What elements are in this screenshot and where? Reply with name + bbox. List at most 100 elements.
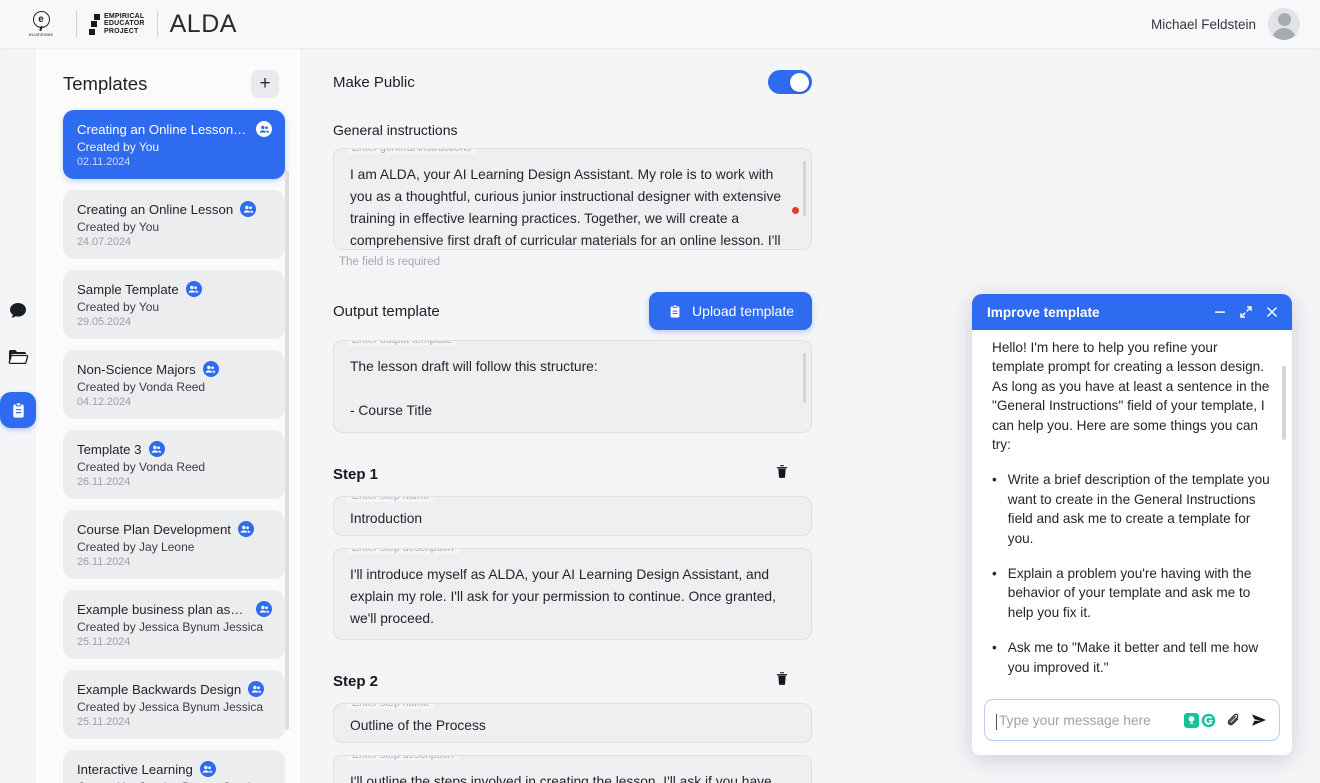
user-menu[interactable]: Michael Feldstein (1151, 8, 1320, 40)
top-bar: e eLumenate EMPIRICAL EDUCATOR PROJECT A… (0, 0, 1320, 48)
make-public-toggle[interactable] (768, 70, 812, 94)
step-name-value: Outline of the Process (350, 715, 795, 737)
chat-input-row[interactable]: Type your message here (984, 699, 1280, 741)
sidebar-header: Templates + (36, 48, 301, 110)
app-title: ALDA (170, 10, 237, 39)
step-title: Step 1 (333, 466, 378, 483)
template-list-item[interactable]: Template 3Created by Vonda Reed26.11.202… (63, 430, 285, 499)
template-list-item[interactable]: Interactive LearningCreated by Jessica B… (63, 750, 285, 783)
template-list-item[interactable]: Sample TemplateCreated by You29.05.2024 (63, 270, 285, 339)
step-name-field[interactable]: Enter step name Outline of the Process (333, 703, 812, 743)
step-block: Step 2Enter step nameOutline of the Proc… (333, 670, 812, 783)
templates-icon[interactable] (0, 392, 36, 428)
output-template-row: Output template Upload template (333, 292, 812, 330)
step-description-field[interactable]: Enter step descriptionI'll outline the s… (333, 755, 812, 783)
step-name-field[interactable]: Enter step nameIntroduction (333, 496, 812, 536)
expand-icon[interactable] (1239, 305, 1253, 319)
step-name-legend: Enter step name (347, 703, 434, 709)
output-template-label: Output template (333, 303, 440, 320)
minimize-icon[interactable] (1213, 305, 1227, 319)
template-list-item[interactable]: Creating an Online Lesson v2Created by Y… (63, 110, 285, 179)
spellcheck-marker-icon (792, 207, 799, 214)
template-list-item[interactable]: Creating an Online Lesson Created by You 2… (63, 190, 285, 259)
empirical-educator-project-logo-icon: EMPIRICAL EDUCATOR PROJECT (89, 13, 145, 36)
title-divider (157, 10, 158, 38)
template-name: Non-Science Majors (77, 362, 196, 377)
step-block: Step 1 Enter step nameIntroduction Enter s… (333, 463, 812, 640)
step-description-field[interactable]: Enter step description I'll introduce mys… (333, 548, 812, 640)
template-editor-form: Make Public General instructions Enter g… (302, 48, 812, 783)
template-date: 26.11.2024 (77, 556, 272, 568)
template-creator: Created by Jay Leone (77, 540, 272, 554)
template-creator: Created by You (77, 220, 272, 234)
template-creator: Created by You (77, 140, 272, 154)
bullet-icon: • (992, 638, 997, 677)
folder-icon[interactable] (7, 346, 29, 368)
chat-header: Improve template (972, 294, 1292, 330)
template-creator: Created by You (77, 300, 272, 314)
template-list-item[interactable]: Example business plan assi...Created by … (63, 590, 285, 659)
chat-footer: Type your message here (972, 699, 1292, 755)
add-template-button[interactable]: + (251, 70, 279, 98)
general-instructions-label: General instructions (333, 122, 812, 138)
logo-divider (76, 10, 77, 38)
sidebar-scrollbar[interactable] (285, 170, 289, 730)
shared-users-icon (149, 441, 165, 457)
eep-line-1: EMPIRICAL (104, 13, 145, 21)
bullet-text: Write a brief description of the templat… (1008, 470, 1272, 548)
chat-icon[interactable] (7, 300, 29, 322)
template-list-item[interactable]: Course Plan DevelopmentCreated by Jay Le… (63, 510, 285, 579)
template-list-item[interactable]: Non-Science Majors Created by Vonda Reed 0… (63, 350, 285, 419)
chat-scrollbar[interactable] (1282, 366, 1286, 440)
delete-icon (774, 463, 790, 480)
grammarly-logo-icon (1201, 713, 1216, 728)
eep-line-3: PROJECT (104, 28, 145, 36)
steps-list: Step 1 Enter step nameIntroduction Enter s… (333, 463, 812, 783)
shared-users-icon (256, 121, 272, 137)
app-root: e eLumenate EMPIRICAL EDUCATOR PROJECT A… (0, 0, 1320, 783)
delete-step-button[interactable] (774, 463, 790, 485)
grammarly-suggestion-icon (1184, 713, 1199, 728)
brand-logos: e eLumenate EMPIRICAL EDUCATOR PROJECT A… (0, 0, 237, 48)
elumenate-logo-text: eLumenate (29, 32, 53, 37)
page-title: Templates (63, 73, 147, 95)
grammarly-icons[interactable] (1182, 712, 1218, 729)
step-description-legend: Enter step description (347, 548, 459, 554)
template-name: Creating an Online Lesson (77, 202, 233, 217)
template-date: 24.07.2024 (77, 236, 272, 248)
improve-template-chat: Improve template Hello! I'm here to help… (972, 294, 1292, 755)
assistant-message-bullet: •Write a brief description of the templa… (992, 470, 1272, 548)
template-creator: Created by Jessica Bynum Jessica (77, 700, 272, 714)
bullet-icon: • (992, 564, 997, 622)
delete-step-button[interactable] (774, 670, 790, 692)
template-list: Creating an Online Lesson v2Created by Y… (36, 110, 301, 783)
send-message-button[interactable] (1249, 710, 1269, 730)
template-name: Example business plan assi... (77, 602, 249, 617)
output-template-legend: Enter output template (347, 340, 457, 346)
template-creator: Created by Vonda Reed (77, 460, 272, 474)
clipboard-icon (667, 303, 683, 320)
template-date: 26.11.2024 (77, 476, 272, 488)
template-name: Example Backwards Design (77, 682, 241, 697)
template-date: 25.11.2024 (77, 716, 272, 728)
general-instructions-scrollbar[interactable] (803, 161, 806, 216)
close-icon[interactable] (1265, 305, 1279, 319)
shared-users-icon (186, 281, 202, 297)
general-instructions-field[interactable]: Enter general instructions I am ALDA, yo… (333, 148, 812, 250)
template-date: 29.05.2024 (77, 316, 272, 328)
general-instructions-helper: The field is required (339, 256, 812, 268)
template-creator: Created by Vonda Reed (77, 380, 272, 394)
eep-line-2: EDUCATOR (104, 20, 145, 28)
template-date: 04.12.2024 (77, 396, 272, 408)
template-name: Interactive Learning (77, 762, 193, 777)
shared-users-icon (238, 521, 254, 537)
icon-rail (0, 48, 36, 783)
avatar[interactable] (1268, 8, 1300, 40)
step-description-value: I'll introduce myself as ALDA, your AI L… (350, 564, 795, 630)
chat-input[interactable]: Type your message here (999, 713, 1176, 728)
template-list-item[interactable]: Example Backwards Design Created by Jessi… (63, 670, 285, 739)
output-template-scrollbar[interactable] (803, 353, 806, 403)
output-template-field[interactable]: Enter output template The lesson draft w… (333, 340, 812, 433)
attach-file-icon[interactable] (1224, 711, 1243, 730)
upload-template-button[interactable]: Upload template (649, 292, 812, 330)
